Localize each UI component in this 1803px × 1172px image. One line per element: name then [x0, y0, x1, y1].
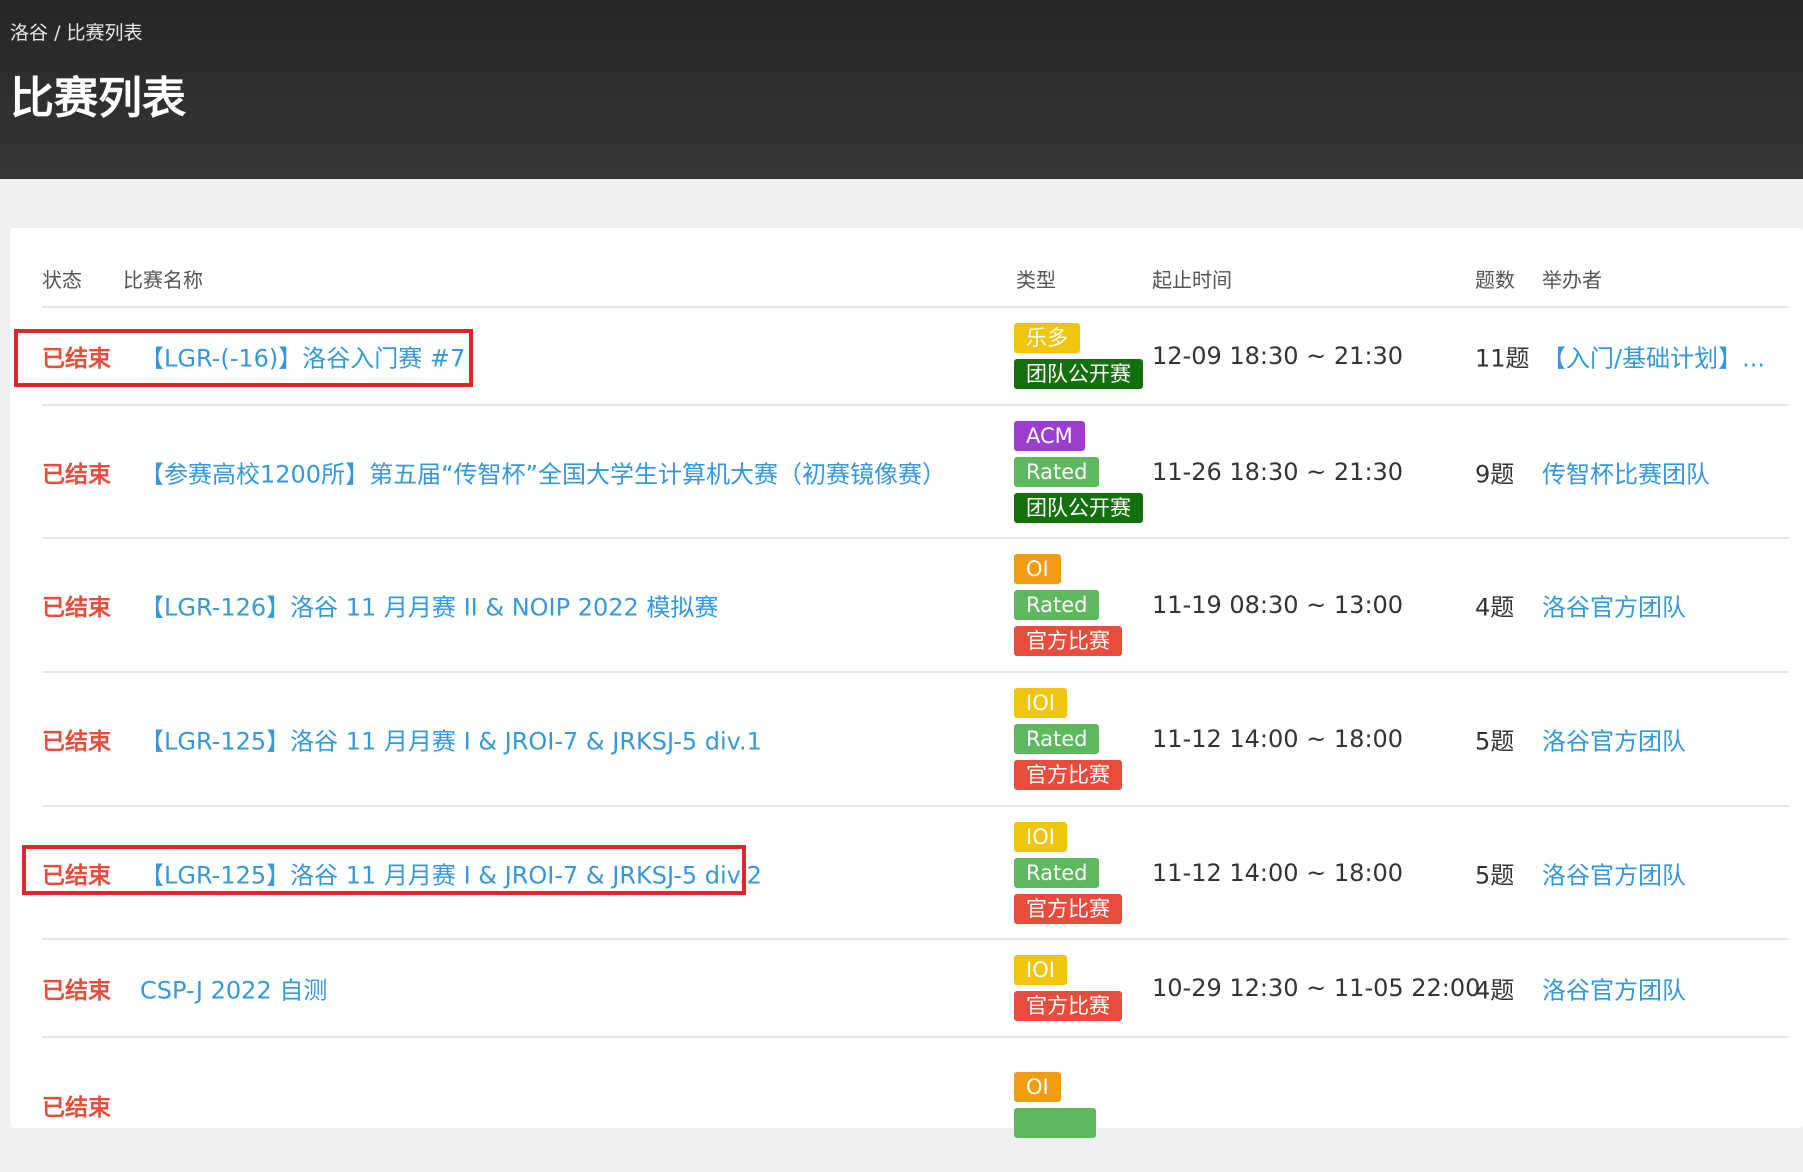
page-header: 洛谷 / 比赛列表 比赛列表: [0, 0, 1803, 179]
type-badge: Rated: [1014, 724, 1100, 754]
contest-row: 已结束 【LGR-(-16)】洛谷入门赛 #7 乐多 团队公开赛 12-09 1…: [42, 308, 1789, 406]
type-badge: [1014, 1108, 1096, 1138]
contest-name-link[interactable]: CSP-J 2022 自测: [140, 971, 327, 1006]
contest-name-link[interactable]: 【LGR-(-16)】洛谷入门赛 #7: [140, 339, 465, 374]
column-header-status: 状态: [42, 268, 82, 292]
column-header-count: 题数: [1475, 268, 1515, 292]
contest-problem-count: 4题: [1475, 976, 1515, 1005]
contest-row: 已结束 OI: [42, 1038, 1789, 1172]
breadcrumb: 洛谷 / 比赛列表: [10, 18, 143, 45]
contest-type-badges: IOI 官方比赛: [1014, 955, 1122, 1021]
type-badge: Rated: [1014, 590, 1100, 620]
type-badge: ACM: [1014, 420, 1085, 451]
contest-time: 12-09 18:30 ~ 21:30: [1152, 342, 1404, 370]
type-badge: Rated: [1014, 857, 1100, 888]
contest-name-link[interactable]: 【参赛高校1200所】第五届“传智杯”全国大学生计算机大赛（初赛镜像赛）: [140, 454, 946, 489]
contest-row: 已结束 【LGR-125】洛谷 11 月月赛 I & JROI-7 & JRKS…: [42, 673, 1789, 807]
contest-type-badges: OI: [1014, 1072, 1096, 1138]
breadcrumb-home-link[interactable]: 洛谷: [10, 22, 48, 44]
contest-problem-count: 11题: [1475, 344, 1530, 373]
contest-status: 已结束: [42, 978, 111, 1004]
contest-time: 11-19 08:30 ~ 13:00: [1152, 591, 1404, 619]
contest-time: 10-29 12:30 ~ 11-05 22:00: [1152, 974, 1481, 1002]
contest-status: 已结束: [42, 595, 111, 621]
contest-status: 已结束: [42, 461, 111, 488]
type-badge: OI: [1014, 1072, 1061, 1102]
column-header-name: 比赛名称: [123, 268, 203, 292]
contest-type-badges: IOI Rated 官方比赛: [1014, 688, 1122, 790]
breadcrumb-current: 比赛列表: [66, 22, 143, 44]
contest-type-badges: ACM Rated 团队公开赛: [1014, 420, 1143, 523]
type-badge: 官方比赛: [1014, 991, 1122, 1021]
contest-problem-count: 9题: [1475, 460, 1515, 488]
type-badge: 官方比赛: [1014, 893, 1122, 924]
type-badge: 乐多: [1014, 323, 1080, 353]
contest-type-badges: OI Rated 官方比赛: [1014, 554, 1122, 656]
contest-row: 已结束 【LGR-125】洛谷 11 月月赛 I & JROI-7 & JRKS…: [42, 807, 1789, 940]
contest-problem-count: 5题: [1475, 727, 1515, 756]
type-badge: IOI: [1014, 688, 1067, 718]
contest-host-link[interactable]: 洛谷官方团队: [1542, 588, 1686, 623]
type-badge: OI: [1014, 554, 1061, 584]
contest-status: 已结束: [42, 346, 111, 372]
page-title: 比赛列表: [10, 73, 186, 124]
column-header-time: 起止时间: [1152, 268, 1232, 292]
contest-host-link[interactable]: 洛谷官方团队: [1542, 855, 1686, 890]
contest-time: 11-12 14:00 ~ 18:00: [1152, 725, 1404, 753]
contest-problem-count: 5题: [1475, 861, 1515, 889]
contest-status: 已结束: [42, 729, 111, 755]
column-header-host: 举办者: [1542, 268, 1602, 292]
contest-name-link[interactable]: 【LGR-126】洛谷 11 月月赛 II & NOIP 2022 模拟赛: [140, 588, 718, 623]
contest-problem-count: 4题: [1475, 593, 1515, 622]
column-header-type: 类型: [1016, 268, 1056, 292]
contest-host-link[interactable]: 传智杯比赛团队: [1542, 454, 1710, 489]
type-badge: 团队公开赛: [1014, 492, 1143, 523]
contest-host-link[interactable]: 【入门/基础计划】...: [1542, 339, 1765, 374]
contest-time: 11-26 18:30 ~ 21:30: [1152, 457, 1404, 486]
contest-row: 已结束 CSP-J 2022 自测 IOI 官方比赛 10-29 12:30 ~…: [42, 940, 1789, 1038]
contest-host-link[interactable]: 洛谷官方团队: [1542, 971, 1686, 1006]
type-badge: 团队公开赛: [1014, 359, 1143, 389]
type-badge: Rated: [1014, 456, 1100, 487]
contest-status: 已结束: [42, 1095, 111, 1121]
table-header: 状态 比赛名称 类型 起止时间 题数 举办者: [42, 228, 1789, 308]
contest-name-link[interactable]: 【LGR-125】洛谷 11 月月赛 I & JROI-7 & JRKSJ-5 …: [140, 722, 762, 757]
type-badge: IOI: [1014, 955, 1067, 985]
contest-row: 已结束 【LGR-126】洛谷 11 月月赛 II & NOIP 2022 模拟…: [42, 539, 1789, 673]
contest-type-badges: 乐多 团队公开赛: [1014, 323, 1143, 389]
contest-status: 已结束: [42, 862, 111, 889]
type-badge: 官方比赛: [1014, 626, 1122, 656]
contest-row: 已结束 【参赛高校1200所】第五届“传智杯”全国大学生计算机大赛（初赛镜像赛）…: [42, 406, 1789, 539]
contest-time: 11-12 14:00 ~ 18:00: [1152, 858, 1404, 887]
type-badge: 官方比赛: [1014, 760, 1122, 790]
contest-host-link[interactable]: 洛谷官方团队: [1542, 722, 1686, 757]
contest-list-card: 状态 比赛名称 类型 起止时间 题数 举办者 已结束 【LGR-(-16)】洛谷…: [10, 228, 1803, 1138]
type-badge: IOI: [1014, 821, 1067, 852]
contest-type-badges: IOI Rated 官方比赛: [1014, 821, 1122, 924]
breadcrumb-separator: /: [54, 22, 61, 44]
contest-name-link[interactable]: 【LGR-125】洛谷 11 月月赛 I & JROI-7 & JRKSJ-5 …: [140, 855, 762, 890]
